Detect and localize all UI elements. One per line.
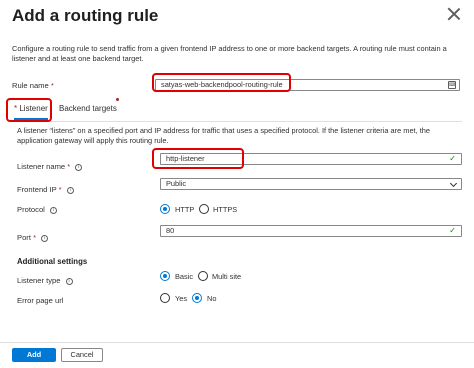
protocol-label-text: Protocol: [17, 205, 45, 214]
cancel-button[interactable]: Cancel: [61, 348, 103, 362]
checkmark-icon: ✓: [449, 226, 456, 235]
listener-type-label: Listener type i: [17, 276, 73, 285]
listener-description: A listener “listens” on a specified port…: [17, 126, 430, 145]
panel-description: Configure a routing rule to send traffic…: [12, 44, 447, 63]
close-icon[interactable]: [446, 6, 462, 22]
listener-name-label: Listener name * i: [17, 162, 83, 171]
add-button[interactable]: Add: [12, 348, 56, 362]
protocol-http-radio[interactable]: [160, 204, 170, 214]
port-label: Port * i: [17, 233, 49, 242]
error-page-url-yes-radio[interactable]: [160, 293, 170, 303]
listener-name-label-text: Listener name: [17, 162, 66, 171]
keyboard-icon[interactable]: ⌨: [448, 81, 456, 89]
error-page-url-no-label[interactable]: No: [207, 294, 216, 303]
tab-error-dot: [116, 98, 119, 101]
frontend-ip-label: Frontend IP * i: [17, 185, 74, 194]
required-mark: *: [50, 81, 54, 90]
required-mark: *: [67, 162, 71, 171]
frontend-ip-label-text: Frontend IP: [17, 185, 57, 194]
footer-divider: [0, 342, 474, 343]
highlight-box-rule-name: [152, 73, 291, 92]
listener-type-basic-radio[interactable]: [160, 271, 170, 281]
additional-settings-title: Additional settings: [17, 257, 88, 266]
required-mark: *: [58, 185, 62, 194]
frontend-ip-select[interactable]: Public: [160, 178, 462, 190]
required-mark: *: [33, 233, 37, 242]
rule-name-label: Rule name *: [12, 81, 54, 90]
info-icon[interactable]: i: [41, 234, 49, 242]
tabs-divider: [12, 121, 462, 122]
tab-backend-targets[interactable]: Backend targets: [59, 104, 117, 113]
listener-type-basic-label[interactable]: Basic: [175, 272, 193, 281]
highlight-box-listener-name: [152, 148, 244, 169]
protocol-label: Protocol i: [17, 205, 57, 214]
info-icon[interactable]: i: [49, 206, 57, 214]
port-value: 80: [166, 226, 175, 235]
rule-name-label-text: Rule name: [12, 81, 49, 90]
listener-type-label-text: Listener type: [17, 276, 61, 285]
error-page-url-label: Error page url: [17, 296, 63, 305]
error-page-url-no-radio[interactable]: [192, 293, 202, 303]
panel-title: Add a routing rule: [12, 6, 159, 25]
protocol-https-radio[interactable]: [199, 204, 209, 214]
listener-type-multisite-label[interactable]: Multi site: [212, 272, 241, 281]
error-page-url-label-text: Error page url: [17, 296, 64, 305]
protocol-https-label[interactable]: HTTPS: [213, 205, 237, 214]
port-input[interactable]: 80 ✓: [160, 225, 462, 237]
chevron-down-icon: [449, 179, 458, 188]
tab-backend-targets-label: Backend targets: [59, 104, 117, 113]
checkmark-icon: ✓: [449, 154, 456, 163]
info-icon[interactable]: i: [66, 186, 74, 194]
highlight-box-listener-tab: [6, 98, 52, 122]
listener-type-multisite-radio[interactable]: [198, 271, 208, 281]
protocol-http-label[interactable]: HTTP: [175, 205, 194, 214]
info-icon[interactable]: i: [75, 163, 83, 171]
info-icon[interactable]: i: [65, 277, 73, 285]
frontend-ip-value: Public: [166, 179, 187, 188]
error-page-url-yes-label[interactable]: Yes: [175, 294, 187, 303]
port-label-text: Port: [17, 233, 31, 242]
